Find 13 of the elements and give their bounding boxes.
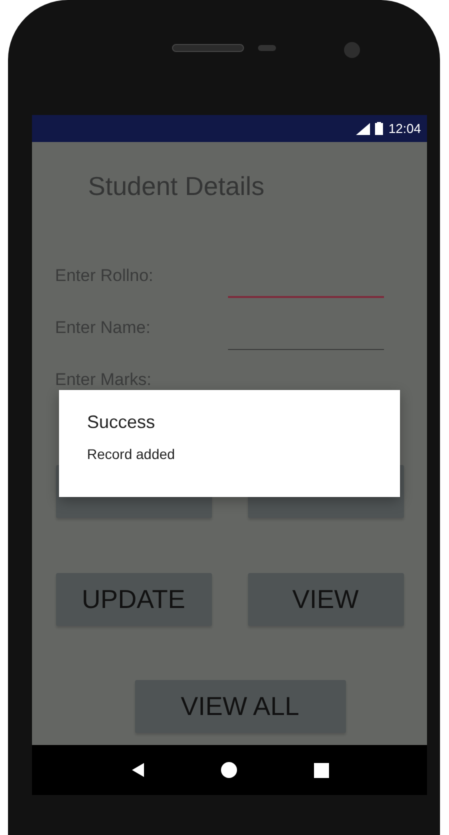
sensor-icon [258,44,276,50]
action-button[interactable]: UPDATE [56,573,212,626]
signal-icon [356,122,370,134]
dialog-message: Record added [87,445,176,463]
speaker-grille [172,44,244,52]
action-button[interactable]: VIEW ALL [134,680,346,733]
status-time: 12:04 [388,120,421,138]
dialog-title: Success [87,411,156,434]
home-icon[interactable] [220,761,238,779]
battery-icon [375,122,384,135]
action-button[interactable]: VIEW [248,573,404,626]
recents-icon[interactable] [312,761,330,779]
camera-icon [344,42,360,58]
